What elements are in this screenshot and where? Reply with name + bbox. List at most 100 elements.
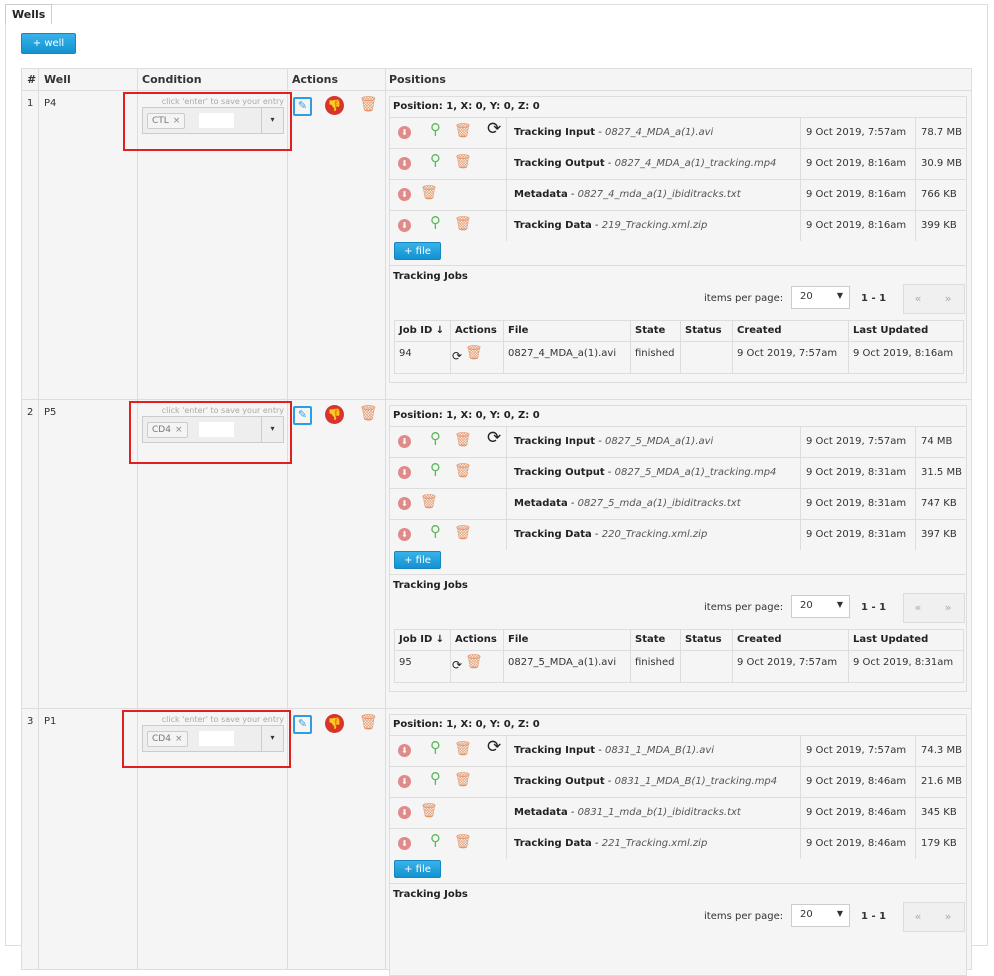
trash-icon[interactable]: 🗑 — [359, 713, 378, 731]
edit-icon[interactable]: ✎ — [293, 715, 312, 734]
add-file-button[interactable]: + file — [394, 860, 441, 878]
trash-icon[interactable]: 🗑 — [454, 463, 472, 479]
trash-icon[interactable]: 🗑 — [454, 772, 472, 788]
prev-page-button[interactable]: « — [904, 292, 932, 305]
pager: « » — [903, 593, 965, 623]
trash-icon[interactable]: 🗑 — [454, 216, 472, 232]
file-link[interactable]: 0831_1_mda_b(1)_ibiditracks.txt — [578, 807, 741, 818]
refresh-icon[interactable]: ⟳ — [487, 430, 501, 447]
search-icon[interactable]: ⚲ — [430, 739, 441, 755]
stop-icon[interactable]: ⬇ — [398, 435, 411, 448]
trash-icon[interactable]: 🗑 — [454, 834, 472, 850]
divider — [800, 489, 801, 519]
file-link[interactable]: 0827_5_MDA_a(1).avi — [605, 436, 713, 447]
file-list: ⬇ ⚲ 🗑 ⟳ Tracking Input - 0827_5_MDA_a(1).avi… — [390, 426, 966, 550]
next-page-button[interactable]: » — [934, 292, 962, 305]
search-icon[interactable]: ⚲ — [430, 214, 441, 230]
file-type: Metadata — [514, 189, 568, 200]
search-icon[interactable]: ⚲ — [430, 523, 441, 539]
prev-page-button[interactable]: « — [904, 910, 932, 923]
job-col-created: Created — [737, 325, 782, 336]
trash-icon[interactable]: 🗑 — [420, 803, 438, 819]
file-link[interactable]: 0827_4_MDA_a(1)_tracking.mp4 — [615, 158, 777, 169]
file-row: ⬇ ⚲ 🗑 ⟳ Tracking Input - 0827_4_MDA_a(1).avi… — [390, 117, 966, 148]
page-range: 1 - 1 — [861, 911, 887, 922]
file-link[interactable]: 219_Tracking.xml.zip — [602, 220, 708, 231]
stop-icon[interactable]: ⬇ — [398, 775, 411, 788]
file-link[interactable]: 0827_5_MDA_a(1)_tracking.mp4 — [615, 467, 777, 478]
trash-icon[interactable]: 🗑 — [454, 123, 472, 139]
stop-icon[interactable]: ⬇ — [398, 219, 411, 232]
chevron-down-icon: ▼ — [836, 291, 843, 300]
stop-icon[interactable]: ⬇ — [398, 806, 411, 819]
stop-icon[interactable]: ⬇ — [398, 837, 411, 850]
stop-icon[interactable]: ⬇ — [398, 188, 411, 201]
job-col-id[interactable]: Job ID ↓ — [399, 634, 444, 645]
file-link[interactable]: 0827_4_MDA_a(1).avi — [605, 127, 713, 138]
stop-icon[interactable]: ⬇ — [398, 528, 411, 541]
items-per-page-select[interactable]: 20 ▼ — [791, 904, 850, 927]
file-link[interactable]: 0827_4_mda_a(1)_ibiditracks.txt — [578, 189, 741, 200]
job-col-id[interactable]: Job ID ↓ — [399, 325, 444, 336]
trash-icon[interactable]: 🗑 — [454, 525, 472, 541]
search-icon[interactable]: ⚲ — [430, 770, 441, 786]
refresh-icon[interactable]: ⟳ — [487, 739, 501, 756]
file-date: 9 Oct 2019, 8:16am — [806, 189, 907, 200]
divider — [800, 829, 801, 859]
position-title: Position: 1, X: 0, Y: 0, Z: 0 — [393, 101, 540, 112]
file-link[interactable]: 220_Tracking.xml.zip — [602, 529, 708, 540]
add-well-button[interactable]: + well — [21, 33, 76, 54]
file-link[interactable]: 0831_1_MDA_B(1).avi — [605, 745, 714, 756]
stop-icon[interactable]: ⬇ — [398, 466, 411, 479]
trash-icon[interactable]: 🗑 — [359, 404, 378, 422]
prev-page-button[interactable]: « — [904, 601, 932, 614]
trash-icon[interactable]: 🗑 — [420, 494, 438, 510]
job-created: 9 Oct 2019, 7:57am — [737, 657, 838, 668]
items-per-page-select[interactable]: 20 ▼ — [791, 286, 850, 309]
file-size: 397 KB — [921, 529, 957, 540]
file-link[interactable]: 0831_1_MDA_B(1)_tracking.mp4 — [615, 776, 778, 787]
thumbs-down-icon[interactable]: 👎 — [325, 714, 344, 733]
add-file-button[interactable]: + file — [394, 242, 441, 260]
file-date: 9 Oct 2019, 8:16am — [806, 158, 907, 169]
search-icon[interactable]: ⚲ — [430, 152, 441, 168]
trash-icon[interactable]: 🗑 — [359, 95, 378, 113]
trash-icon[interactable]: 🗑 — [420, 185, 438, 201]
divider — [915, 736, 916, 766]
divider — [506, 118, 507, 148]
trash-icon[interactable]: 🗑 — [454, 432, 472, 448]
search-icon[interactable]: ⚲ — [430, 121, 441, 137]
file-link[interactable]: 0827_5_mda_a(1)_ibiditracks.txt — [578, 498, 741, 509]
next-page-button[interactable]: » — [934, 601, 962, 614]
stop-icon[interactable]: ⬇ — [398, 157, 411, 170]
file-row: ⬇ ⚲ 🗑 ⟳ Tracking Input - 0827_5_MDA_a(1).avi… — [390, 426, 966, 457]
divider — [800, 211, 801, 241]
edit-icon[interactable]: ✎ — [293, 97, 312, 116]
search-icon[interactable]: ⚲ — [430, 430, 441, 446]
stop-icon[interactable]: ⬇ — [398, 126, 411, 139]
add-file-button[interactable]: + file — [394, 551, 441, 569]
divider — [915, 829, 916, 859]
thumbs-down-icon[interactable]: 👎 — [325, 405, 344, 424]
position-title: Position: 1, X: 0, Y: 0, Z: 0 — [393, 719, 540, 730]
search-icon[interactable]: ⚲ — [430, 832, 441, 848]
refresh-icon[interactable]: ⟳ — [452, 349, 462, 363]
file-link[interactable]: 221_Tracking.xml.zip — [602, 838, 708, 849]
next-page-button[interactable]: » — [934, 910, 962, 923]
thumbs-down-icon[interactable]: 👎 — [325, 96, 344, 115]
edit-icon[interactable]: ✎ — [293, 406, 312, 425]
divider — [506, 427, 507, 457]
trash-icon[interactable]: 🗑 — [454, 741, 472, 757]
search-icon[interactable]: ⚲ — [430, 461, 441, 477]
stop-icon[interactable]: ⬇ — [398, 744, 411, 757]
items-per-page-select[interactable]: 20 ▼ — [791, 595, 850, 618]
jobs-table: Job ID ↓ Actions File State Status Creat… — [394, 320, 964, 374]
divider — [800, 118, 801, 148]
divider — [506, 520, 507, 550]
trash-icon[interactable]: 🗑 — [454, 154, 472, 170]
refresh-icon[interactable]: ⟳ — [487, 121, 501, 138]
trash-icon[interactable]: 🗑 — [465, 345, 483, 361]
refresh-icon[interactable]: ⟳ — [452, 658, 462, 672]
trash-icon[interactable]: 🗑 — [465, 654, 483, 670]
stop-icon[interactable]: ⬇ — [398, 497, 411, 510]
